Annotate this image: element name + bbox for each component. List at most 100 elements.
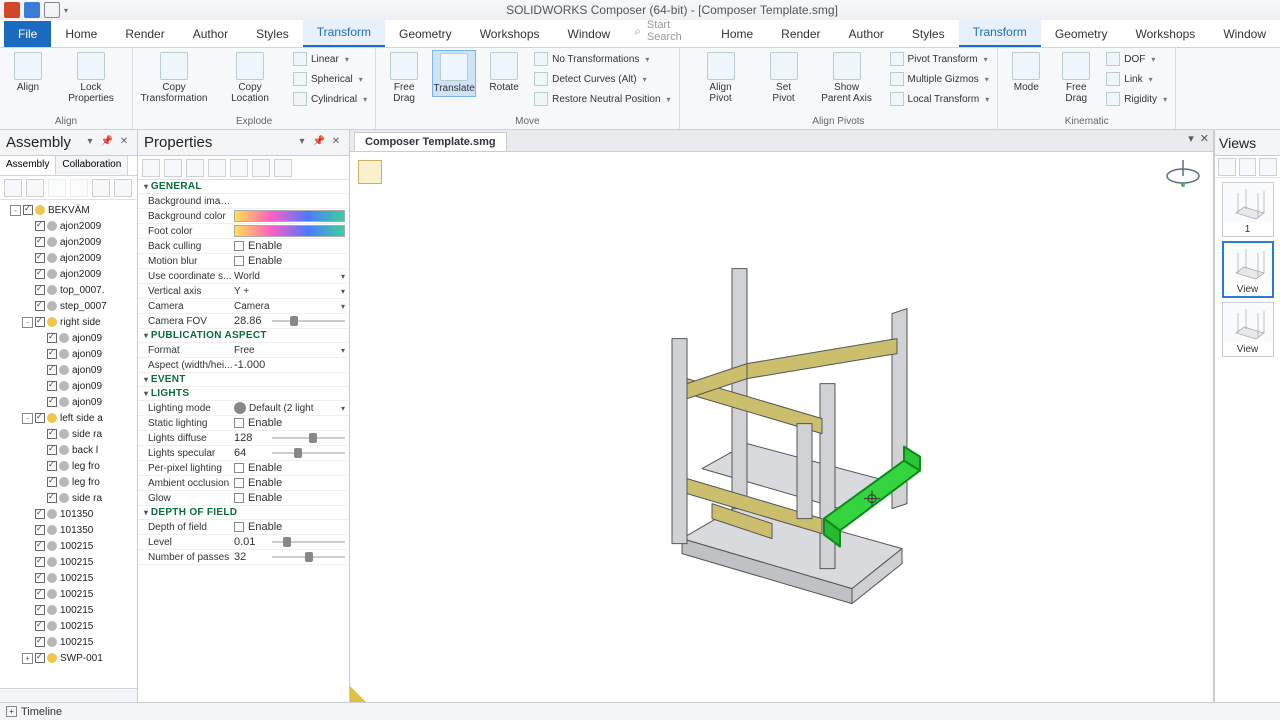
dropdown[interactable]: Default (2 light — [249, 403, 341, 414]
tree-node[interactable]: 100215 — [2, 602, 137, 618]
checkbox[interactable] — [234, 256, 244, 266]
tree-node[interactable]: ajon09 — [2, 394, 137, 410]
rigidity-item[interactable]: Rigidity▾ — [1104, 90, 1169, 108]
dropdown[interactable]: Y + — [234, 286, 341, 297]
tree-node[interactable]: 100215 — [2, 634, 137, 650]
tab-window[interactable]: Window — [554, 21, 625, 47]
tab-workshops[interactable]: Workshops — [466, 21, 554, 47]
prop-tool-2[interactable] — [164, 159, 182, 177]
tree-node[interactable]: 100215 — [2, 554, 137, 570]
dof-item[interactable]: DOF▾ — [1104, 50, 1169, 68]
tree-node[interactable]: ajon2009 — [2, 250, 137, 266]
prop-section-header[interactable]: GENERAL — [138, 180, 349, 194]
tree-node[interactable]: side ra — [2, 426, 137, 442]
freedrag-button[interactable]: FreeDrag — [382, 50, 426, 106]
checkbox[interactable] — [234, 418, 244, 428]
slider[interactable] — [272, 316, 345, 326]
detect-item[interactable]: Detect Curves (Alt)▾ — [532, 70, 672, 88]
panel-close-icon[interactable]: ✕ — [329, 136, 343, 150]
prop-tool-3[interactable] — [186, 159, 204, 177]
visibility-checkbox[interactable] — [35, 221, 45, 231]
visibility-checkbox[interactable] — [47, 477, 57, 487]
tab-render[interactable]: Render — [767, 21, 834, 47]
tree-node[interactable]: 101350 — [2, 506, 137, 522]
linear-item[interactable]: Linear▾ — [291, 50, 369, 68]
tree-node[interactable]: - BEKVÄM — [2, 202, 137, 218]
assembly-tree[interactable]: - BEKVÄM ajon2009 ajon2009 ajon2009 — [0, 200, 137, 688]
assembly-tab-assembly[interactable]: Assembly — [0, 156, 56, 175]
showpa-button[interactable]: ShowParent Axis — [812, 50, 882, 106]
pivtrans-item[interactable]: Pivot Transform▾ — [888, 50, 992, 68]
dropdown-arrow-icon[interactable] — [341, 344, 345, 356]
visibility-checkbox[interactable] — [47, 445, 57, 455]
document-tab[interactable]: Composer Template.smg — [354, 132, 507, 151]
viewport-corner-icon[interactable] — [350, 686, 366, 702]
visibility-checkbox[interactable] — [35, 301, 45, 311]
tab-geometry[interactable]: Geometry — [1041, 21, 1122, 47]
color-picker[interactable] — [234, 225, 345, 237]
tree-node[interactable]: ajon09 — [2, 346, 137, 362]
tree-node[interactable]: 100215 — [2, 586, 137, 602]
visibility-checkbox[interactable] — [35, 605, 45, 615]
tree-node[interactable]: ajon2009 — [2, 266, 137, 282]
notrans-item[interactable]: No Transformations▾ — [532, 50, 672, 68]
tab-geometry[interactable]: Geometry — [385, 21, 466, 47]
expand-icon[interactable]: - — [22, 413, 33, 424]
setpivot-button[interactable]: SetPivot — [762, 50, 806, 106]
localtr-item[interactable]: Local Transform▾ — [888, 90, 992, 108]
dropdown[interactable]: Camera — [234, 301, 341, 312]
tree-node[interactable]: leg fro — [2, 474, 137, 490]
asm-tool-5[interactable] — [92, 179, 110, 197]
tree-node[interactable]: 101350 — [2, 522, 137, 538]
visibility-checkbox[interactable] — [35, 525, 45, 535]
color-picker[interactable] — [234, 210, 345, 222]
visibility-checkbox[interactable] — [35, 637, 45, 647]
align-button[interactable]: Align — [6, 50, 50, 95]
tree-node[interactable]: back l — [2, 442, 137, 458]
checkbox[interactable] — [234, 493, 244, 503]
prop-section-header[interactable]: PUBLICATION ASPECT — [138, 329, 349, 343]
dropdown-arrow-icon[interactable] — [341, 285, 345, 297]
dropdown-arrow-icon[interactable] — [341, 402, 345, 414]
view-compass-icon[interactable] — [1163, 158, 1203, 188]
visibility-checkbox[interactable] — [35, 573, 45, 583]
viewport[interactable] — [350, 152, 1213, 702]
views-tool-1[interactable] — [1218, 158, 1236, 176]
dropdown[interactable]: Free — [234, 345, 341, 356]
visibility-checkbox[interactable] — [35, 589, 45, 599]
visibility-checkbox[interactable] — [47, 429, 57, 439]
visibility-checkbox[interactable] — [35, 253, 45, 263]
visibility-checkbox[interactable] — [47, 461, 57, 471]
views-tool-3[interactable] — [1259, 158, 1277, 176]
tree-node[interactable]: 100215 — [2, 538, 137, 554]
view-thumbnail[interactable]: View — [1222, 302, 1274, 357]
tab-render[interactable]: Render — [111, 21, 178, 47]
freedrag2-button[interactable]: FreeDrag — [1054, 50, 1098, 106]
expand-icon[interactable]: - — [10, 205, 21, 216]
properties-grid[interactable]: GENERAL Background imag... Background co… — [138, 180, 349, 702]
visibility-checkbox[interactable] — [35, 621, 45, 631]
assembly-tab-collaboration[interactable]: Collaboration — [56, 156, 128, 175]
asm-tool-2[interactable] — [26, 179, 44, 197]
tab-file[interactable]: File — [4, 21, 51, 47]
tree-node[interactable]: ajon09 — [2, 378, 137, 394]
tab-transform[interactable]: Transform — [959, 19, 1041, 47]
visibility-checkbox[interactable] — [47, 397, 57, 407]
tab-window[interactable]: Window — [1209, 21, 1280, 47]
dropdown-arrow-icon[interactable] — [341, 270, 345, 282]
visibility-checkbox[interactable] — [35, 509, 45, 519]
tree-node[interactable]: ajon2009 — [2, 218, 137, 234]
expand-icon[interactable]: + — [22, 653, 33, 664]
checkbox[interactable] — [234, 478, 244, 488]
tab-styles[interactable]: Styles — [898, 21, 959, 47]
tree-node[interactable]: 100215 — [2, 618, 137, 634]
panel-pin-icon[interactable]: 📌 — [312, 136, 326, 150]
asm-tool-4[interactable] — [70, 179, 88, 197]
viewport-axis-button[interactable] — [358, 160, 382, 184]
prop-section-header[interactable]: EVENT — [138, 373, 349, 387]
timeline-bar[interactable]: + Timeline — [0, 702, 1280, 720]
expand-icon[interactable]: - — [22, 317, 33, 328]
doc-close-icon[interactable]: ✕ — [1200, 132, 1209, 145]
checkbox[interactable] — [234, 522, 244, 532]
mode-button[interactable]: Mode — [1004, 50, 1048, 95]
